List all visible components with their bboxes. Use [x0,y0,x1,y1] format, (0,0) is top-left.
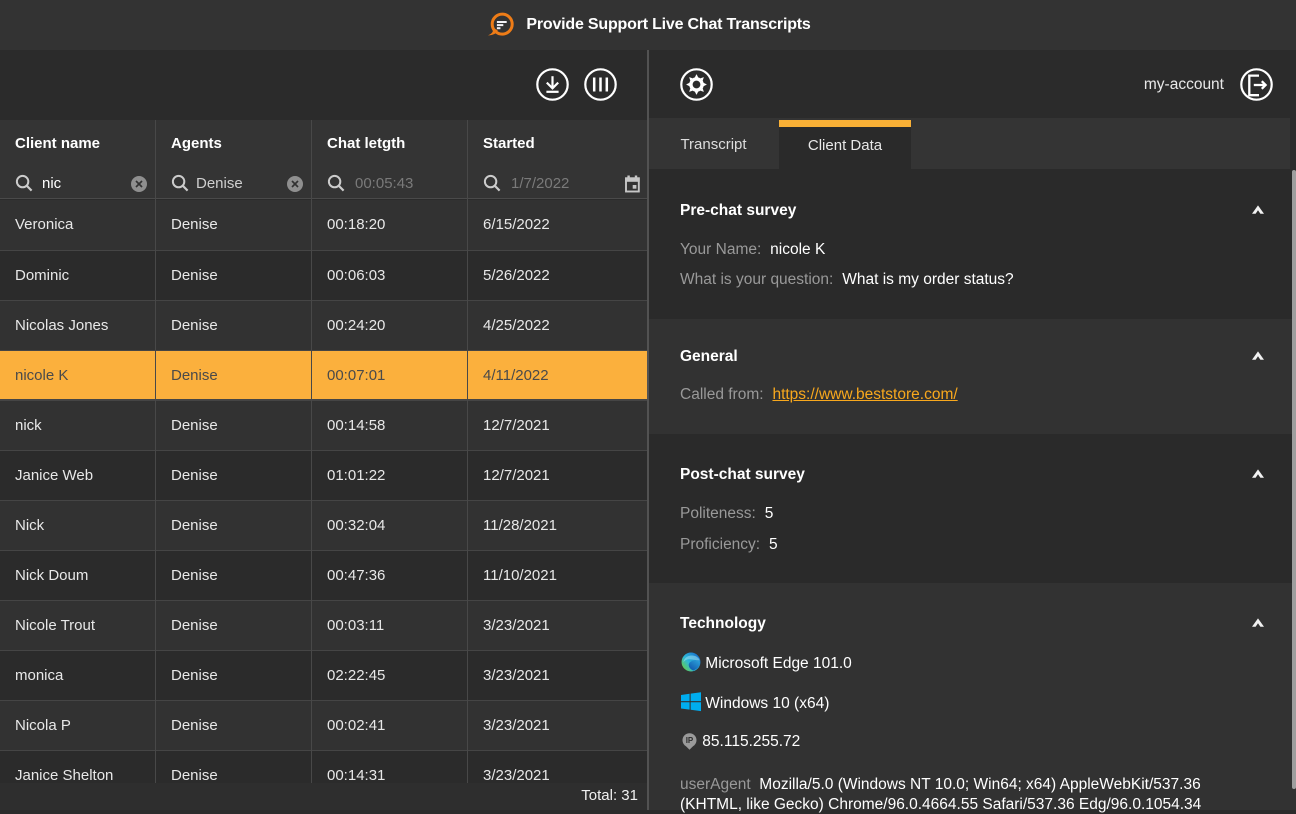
svg-text:IP: IP [686,736,694,745]
